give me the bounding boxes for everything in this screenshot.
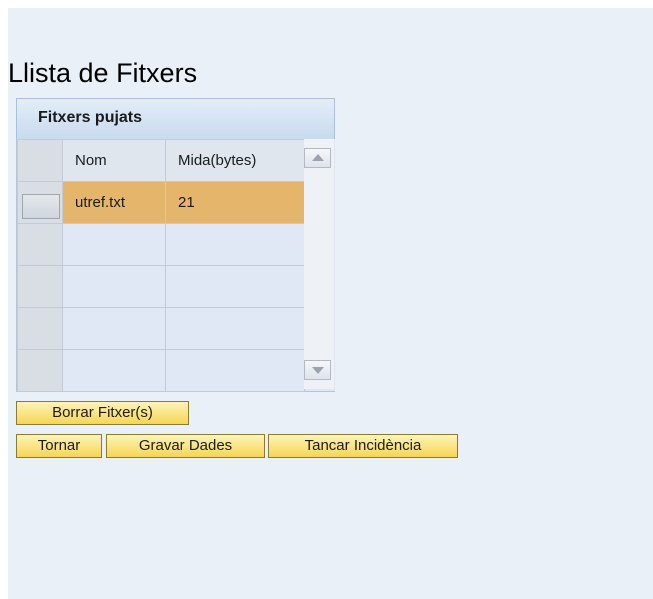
cell-size[interactable]: 21	[165, 181, 305, 224]
cell-size[interactable]	[165, 307, 305, 350]
save-data-button[interactable]: Gravar Dades	[106, 434, 265, 458]
table-body-area: Nom Mida(bytes) utref.txt 21	[16, 139, 335, 392]
table-row[interactable]: utref.txt 21	[17, 181, 305, 224]
column-header-name[interactable]: Nom	[62, 139, 166, 182]
table-header-bar: Fitxers pujats	[16, 98, 335, 140]
cell-name[interactable]: utref.txt	[62, 181, 166, 224]
table-row[interactable]	[17, 307, 305, 350]
table-caption: Fitxers pujats	[38, 109, 143, 126]
cell-size[interactable]	[165, 349, 305, 392]
files-table: Fitxers pujats Nom Mida(bytes) utref.txt…	[16, 98, 335, 394]
cell-name[interactable]	[62, 307, 166, 350]
scroll-down-button[interactable]	[304, 360, 331, 380]
table-row[interactable]	[17, 265, 305, 308]
row-selector-cell[interactable]	[17, 223, 63, 266]
triangle-down-icon	[312, 367, 324, 374]
cell-name[interactable]	[62, 265, 166, 308]
triangle-up-icon	[312, 154, 324, 161]
cell-size[interactable]	[165, 223, 305, 266]
cell-name[interactable]	[62, 349, 166, 392]
page-title: Llista de Fitxers	[8, 58, 198, 88]
table-row[interactable]	[17, 349, 305, 392]
files-grid: Nom Mida(bytes) utref.txt 21	[17, 139, 305, 392]
close-incident-button[interactable]: Tancar Incidència	[268, 434, 458, 458]
column-header-row: Nom Mida(bytes)	[17, 139, 305, 182]
row-selector-button[interactable]	[22, 194, 60, 219]
select-all-header[interactable]	[17, 139, 63, 182]
back-button[interactable]: Tornar	[16, 434, 102, 458]
row-selector-cell[interactable]	[17, 349, 63, 392]
delete-files-button[interactable]: Borrar Fitxer(s)	[16, 401, 189, 425]
row-selector-cell[interactable]	[17, 181, 63, 224]
table-row[interactable]	[17, 223, 305, 266]
cell-name[interactable]	[62, 223, 166, 266]
scroll-up-button[interactable]	[304, 148, 331, 168]
row-selector-cell[interactable]	[17, 265, 63, 308]
cell-size[interactable]	[165, 265, 305, 308]
vertical-scrollbar[interactable]	[304, 139, 334, 389]
column-header-size[interactable]: Mida(bytes)	[165, 139, 305, 182]
row-selector-cell[interactable]	[17, 307, 63, 350]
